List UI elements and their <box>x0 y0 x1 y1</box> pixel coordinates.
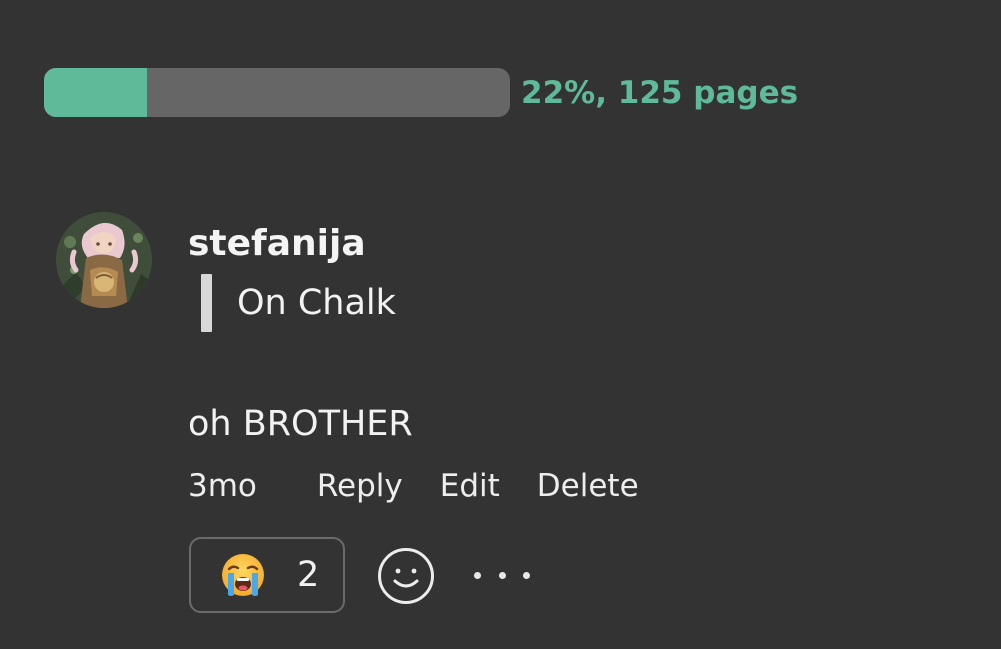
loudly-crying-face-icon <box>222 554 264 596</box>
more-dot <box>523 571 530 579</box>
delete-button[interactable]: Delete <box>537 468 639 504</box>
comment-timestamp: 3mo <box>188 468 257 504</box>
quoted-text: On Chalk <box>201 274 396 332</box>
more-options-icon[interactable] <box>474 560 530 590</box>
reaction-chip[interactable]: 2 <box>189 537 345 613</box>
reading-progress-label: 22%, 125 pages <box>521 75 799 111</box>
edit-button[interactable]: Edit <box>440 468 500 504</box>
smiley-face-icon[interactable] <box>377 547 435 605</box>
user-avatar-illustration-icon <box>56 212 152 308</box>
reading-progress-fill <box>44 68 147 117</box>
more-dot <box>474 571 481 579</box>
reply-button[interactable]: Reply <box>317 468 403 504</box>
comment-username[interactable]: stefanija <box>188 220 366 268</box>
reading-progress-bar <box>44 68 510 117</box>
avatar[interactable] <box>56 212 152 308</box>
comment-actions: 3mo Reply Edit Delete <box>188 462 639 510</box>
more-dot <box>498 571 506 579</box>
quote-text: On Chalk <box>237 283 396 323</box>
quote-bar <box>201 274 212 332</box>
page: 22%, 125 pages stefanija On Chalk oh BRO… <box>0 0 1001 649</box>
comment-body: oh BROTHER <box>188 404 413 444</box>
reaction-count: 2 <box>297 555 320 595</box>
